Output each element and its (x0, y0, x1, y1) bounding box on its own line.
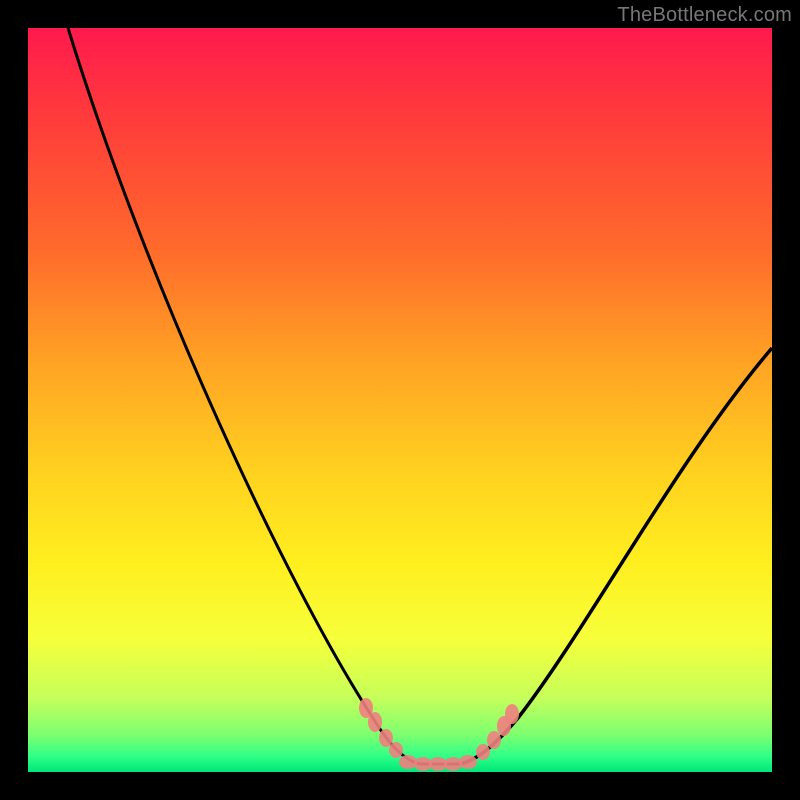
curve-markers (359, 698, 519, 771)
chart-frame: TheBottleneck.com (0, 0, 800, 800)
bottleneck-curve (28, 28, 772, 772)
curve-left (68, 28, 420, 764)
curve-right (460, 348, 772, 764)
watermark-text: TheBottleneck.com (617, 4, 792, 27)
plot-area (28, 28, 772, 772)
